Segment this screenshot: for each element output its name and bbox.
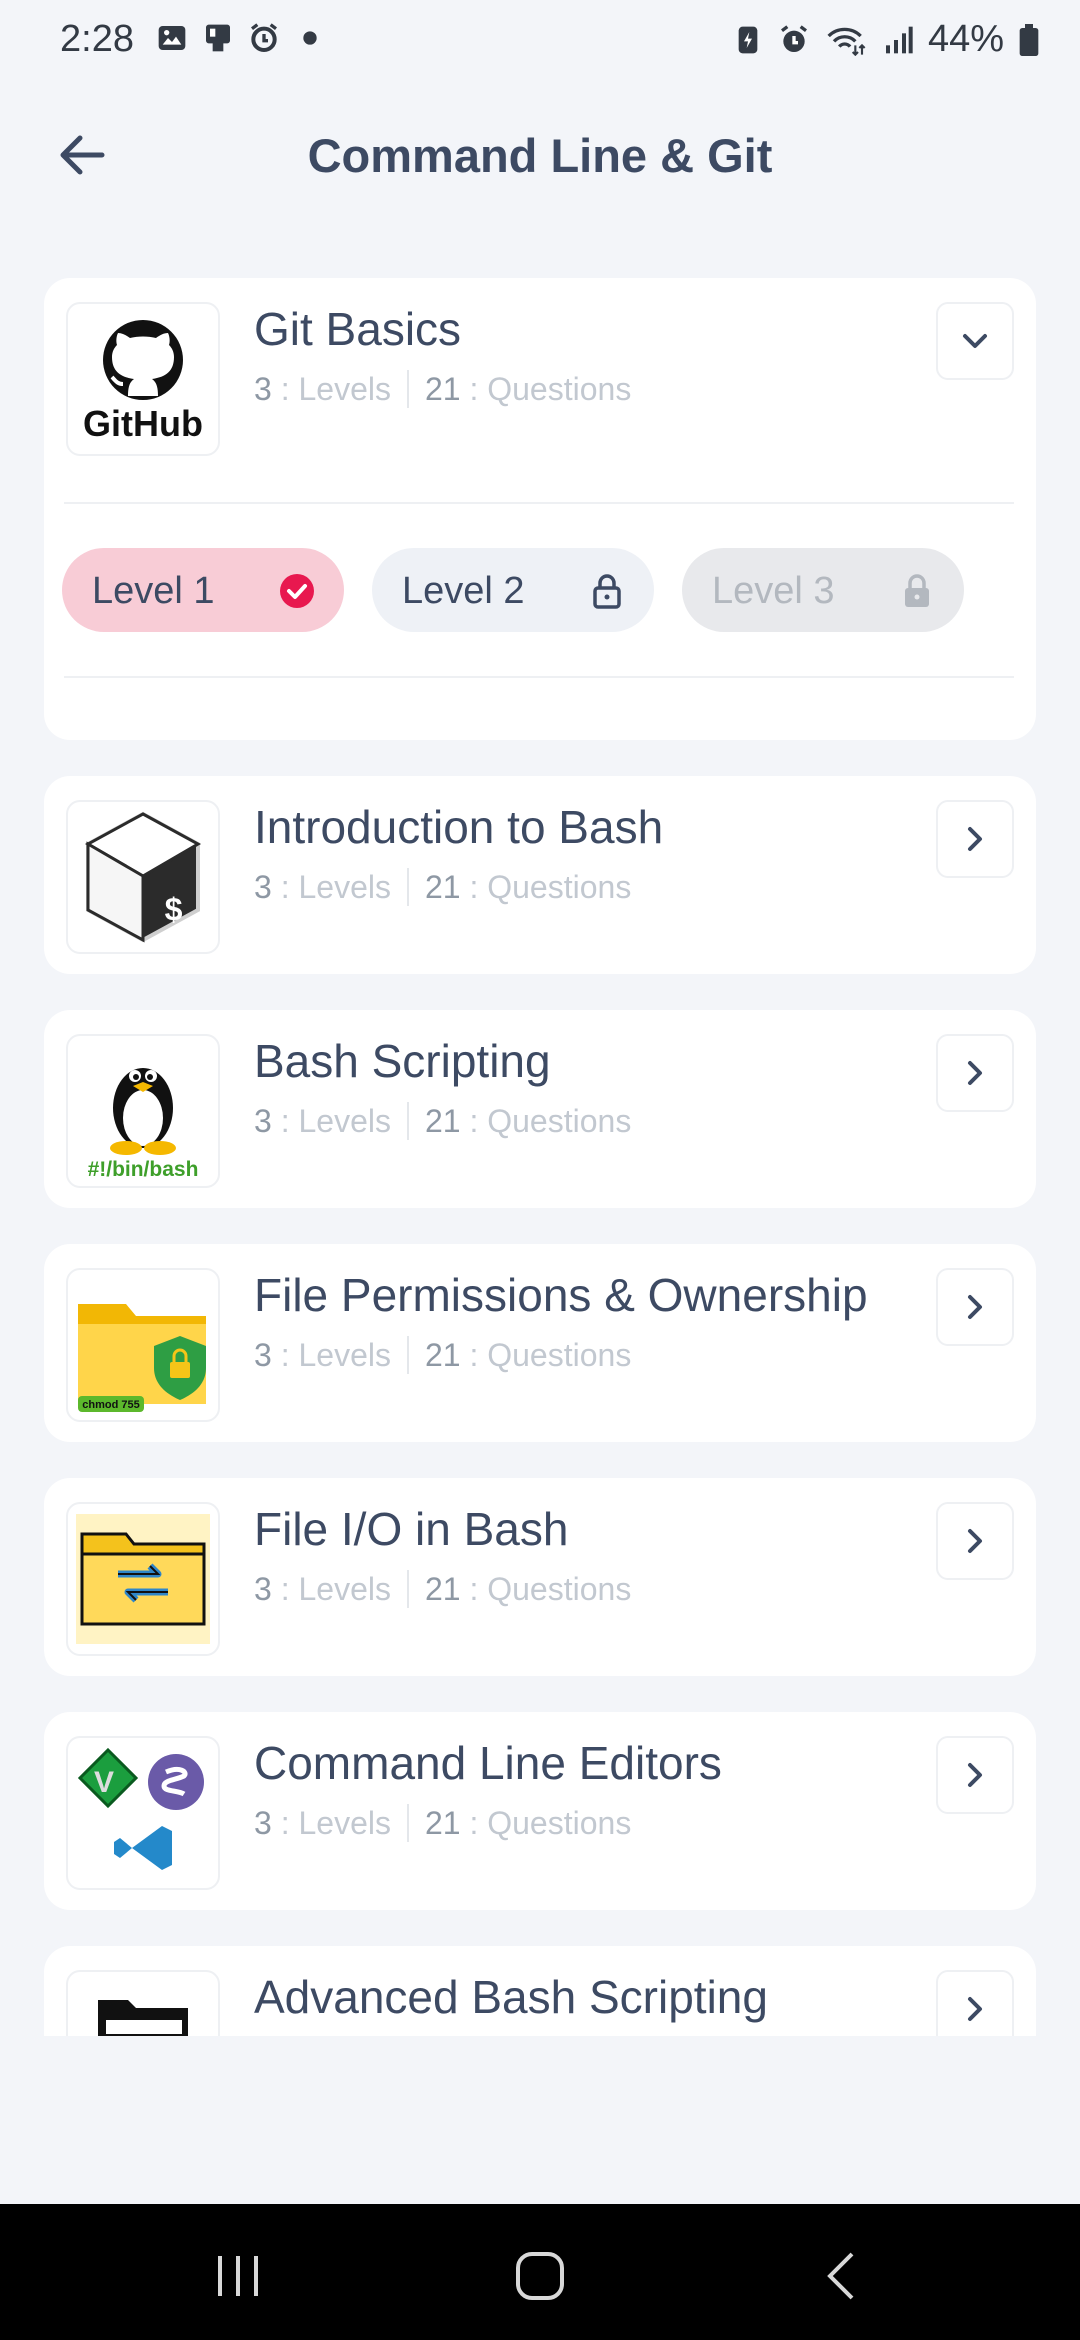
topic-card-cli-editors[interactable]: V Command Line Editors 3 : Levels 21 : Q… <box>44 1712 1036 1910</box>
app-header: Command Line & Git <box>0 100 1080 210</box>
topic-card-advanced-bash[interactable]: Advanced Bash Scripting 3 : Levels 21 : … <box>44 1946 1036 2036</box>
level-3-chip[interactable]: Level 3 <box>682 548 964 632</box>
vim-emacs-vscode-icon: V <box>77 1747 204 1870</box>
bash-prompt-text: $_ <box>164 893 203 930</box>
topic-card-intro-bash[interactable]: $_ Introduction to Bash 3 : Levels 21 : … <box>44 776 1036 974</box>
wifi-icon <box>827 27 866 56</box>
topic-list[interactable]: GitHub Git Basics 3 : Levels 21 : Questi… <box>44 278 1036 2036</box>
chevron-right-icon <box>968 1061 982 1085</box>
battery-percent: 44% <box>927 18 1004 60</box>
chevron-right-icon <box>968 827 982 851</box>
level-2-chip[interactable]: Level 2 <box>372 548 654 632</box>
github-logo-icon: GitHub <box>83 320 203 444</box>
topic-meta: 3 : Levels 21 : Questions <box>254 370 632 408</box>
topic-card-file-permissions[interactable]: chmod 755 File Permissions & Ownership 3… <box>44 1244 1036 1442</box>
lock-icon <box>905 574 929 607</box>
battery-icon <box>1019 23 1039 56</box>
open-topic-button[interactable] <box>936 1502 1014 1580</box>
topic-name: File Permissions & Ownership <box>254 1269 868 1321</box>
folder-lock-icon: chmod 755 <box>66 1268 220 1422</box>
page-title: Command Line & Git <box>307 129 773 182</box>
chevron-right-icon <box>968 1295 982 1319</box>
status-bar: 2:28 44% <box>0 0 1080 84</box>
topic-name: Bash Scripting <box>254 1035 551 1087</box>
dot-icon <box>303 31 317 45</box>
open-topic-button[interactable] <box>936 1970 1014 2036</box>
open-topic-button[interactable] <box>936 1736 1014 1814</box>
topic-card-bash-scripting[interactable]: #!/bin/bash Bash Scripting 3 : Levels 21… <box>44 1010 1036 1208</box>
topic-name: Introduction to Bash <box>254 801 664 853</box>
chevron-right-icon <box>968 1529 982 1553</box>
unlock-icon <box>593 574 621 609</box>
tux-penguin-icon: #!/bin/bash <box>88 1068 199 1181</box>
expand-toggle-button[interactable] <box>936 302 1014 380</box>
svg-text:V: V <box>94 1766 114 1799</box>
open-topic-button[interactable] <box>936 1268 1014 1346</box>
back-icon[interactable] <box>812 2248 872 2304</box>
home-icon[interactable] <box>510 2248 570 2304</box>
status-time: 2:28 <box>60 18 134 60</box>
image-icon <box>158 26 186 50</box>
bash-logo-icon: $_ <box>84 811 203 943</box>
system-nav-bar <box>0 2204 1080 2340</box>
github-logo: GitHub <box>66 302 220 456</box>
topic-card-git-basics[interactable]: GitHub Git Basics 3 : Levels 21 : Questi… <box>44 278 1036 740</box>
folder-io-icon <box>66 1502 220 1656</box>
open-topic-button[interactable] <box>936 1034 1014 1112</box>
topic-card-file-io[interactable]: File I/O in Bash 3 : Levels 21 : Questio… <box>44 1478 1036 1676</box>
chevron-right-icon <box>968 1997 982 2021</box>
chmod-label: chmod 755 <box>82 1399 139 1411</box>
topic-meta: 3 : Levels 21 : Questions <box>254 1570 632 1608</box>
recents-icon[interactable] <box>208 2248 268 2304</box>
editors-icon: V <box>66 1736 220 1890</box>
topic-meta: 3 : Levels 21 : Questions <box>254 1102 632 1140</box>
alarm-icon <box>780 24 807 52</box>
terminal-icon <box>98 2000 188 2036</box>
check-circle-icon <box>280 574 314 608</box>
topic-name: Command Line Editors <box>254 1737 722 1789</box>
topic-meta: 3 : Levels 21 : Questions <box>254 868 632 906</box>
github-wordmark: GitHub <box>83 403 203 444</box>
topic-name: Git Basics <box>254 303 462 355</box>
topic-meta: 3 : Levels 21 : Questions <box>254 1804 632 1842</box>
topic-name: File I/O in Bash <box>254 1503 569 1555</box>
alarm-icon <box>251 23 277 52</box>
sim-card-icon <box>206 24 230 52</box>
battery-saver-icon <box>738 26 758 53</box>
bash-shebang-text: #!/bin/bash <box>88 1158 199 1181</box>
bash-logo: $_ <box>66 800 220 954</box>
topic-name: Advanced Bash Scripting <box>254 1971 768 2023</box>
level-1-chip[interactable]: Level 1 <box>62 548 344 632</box>
chevron-right-icon <box>968 1763 982 1787</box>
open-topic-button[interactable] <box>936 800 1014 878</box>
chevron-down-icon <box>963 334 987 348</box>
folder-shield-icon: chmod 755 <box>78 1304 206 1412</box>
topic-meta: 3 : Levels 21 : Questions <box>254 1336 632 1374</box>
terminal-window-icon <box>66 1970 220 2036</box>
signal-icon <box>885 26 913 53</box>
folder-transfer-icon <box>76 1514 210 1644</box>
tux-bash-logo: #!/bin/bash <box>66 1034 220 1188</box>
